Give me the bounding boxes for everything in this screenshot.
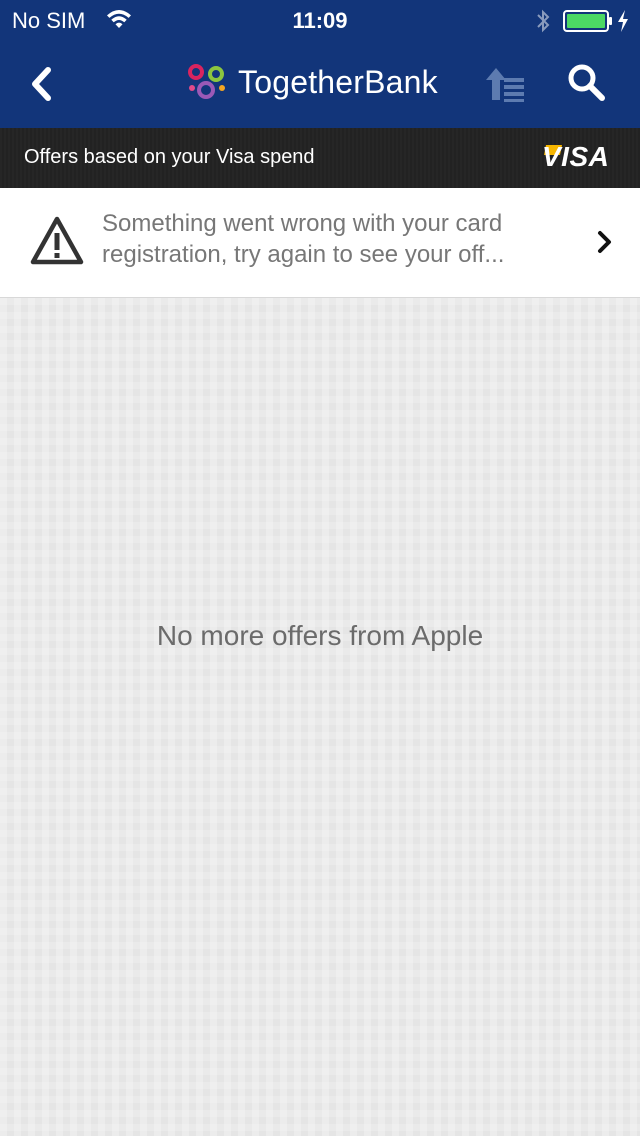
chevron-right-icon[interactable] [596,228,614,256]
visa-offers-strip: Offers based on your Visa spend VISA [0,128,640,188]
offers-content: No more offers from Apple [0,298,640,1136]
status-bar: No SIM 11:09 [0,0,640,40]
search-button[interactable] [566,62,606,102]
alert-message: Something went wrong with your card regi… [102,210,505,268]
visa-logo-text: VISA [542,141,610,172]
app-header: No SIM 11:09 TogetherBank [0,0,640,128]
sort-list-button[interactable] [484,64,528,104]
battery-icon [563,10,612,32]
brand-logo: TogetherBank [186,62,438,102]
card-registration-alert[interactable]: Something went wrong with your card regi… [0,188,640,298]
togetherbank-logo-icon [188,64,225,99]
back-button[interactable] [22,62,66,106]
charging-icon [618,10,628,32]
visa-logo: VISA [542,141,609,173]
visa-caption: Offers based on your Visa spend [24,146,315,168]
empty-state-message: No more offers from Apple [156,620,484,651]
warning-icon [30,216,84,265]
navigation-bar: TogetherBank [0,40,640,128]
bluetooth-icon [537,9,550,33]
brand-name: TogetherBank [238,64,438,100]
